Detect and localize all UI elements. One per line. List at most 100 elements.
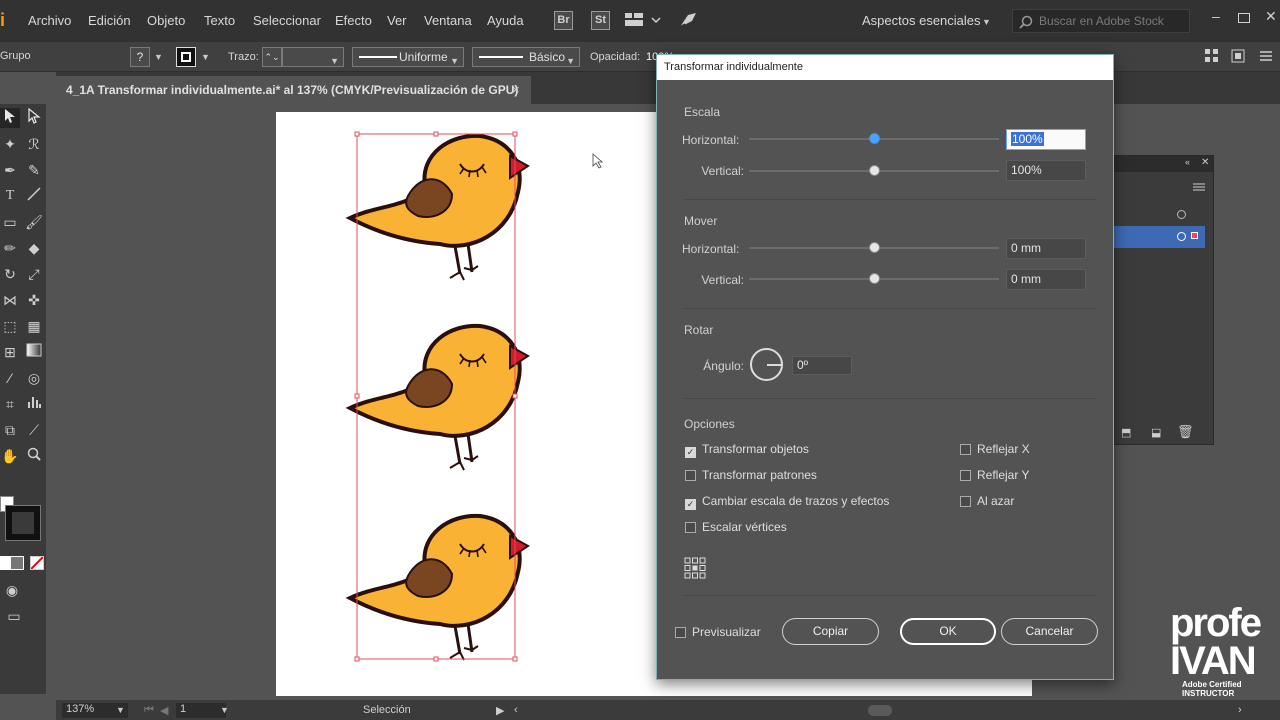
zoom-tool-icon[interactable]: [24, 446, 44, 466]
reflect-x-checkbox[interactable]: Reflejar X: [960, 442, 1030, 456]
transform-patterns-checkbox[interactable]: Transformar patrones: [685, 468, 817, 482]
workspace-switcher[interactable]: Aspectos esenciales ▼: [850, 9, 1000, 33]
panel-menu-icon[interactable]: [1193, 180, 1205, 194]
layer-target-icon[interactable]: [1177, 210, 1186, 219]
scroll-right-icon[interactable]: ›: [1238, 704, 1242, 716]
scale-tool-icon[interactable]: ⤢: [24, 264, 44, 284]
status-menu-icon[interactable]: ▶: [496, 704, 504, 717]
column-graph-tool-icon[interactable]: [24, 394, 44, 414]
lasso-tool-icon[interactable]: ℛ: [24, 134, 44, 154]
menu-efecto[interactable]: Efecto: [335, 13, 372, 28]
new-sublayer-icon[interactable]: ⬒: [1121, 426, 1131, 439]
direct-selection-tool-icon[interactable]: [24, 107, 44, 128]
menu-objeto[interactable]: Objeto: [147, 13, 185, 28]
puppet-warp-tool-icon[interactable]: ✜: [24, 290, 44, 310]
transform-objects-checkbox[interactable]: ✓ Transformar objetos: [685, 442, 809, 458]
chevron-down-icon[interactable]: ▼: [201, 52, 210, 62]
reference-point-icon[interactable]: [684, 557, 706, 582]
scale-horizontal-slider-knob[interactable]: [869, 133, 880, 144]
hand-tool-icon[interactable]: ✋: [0, 446, 20, 466]
menu-ventana[interactable]: Ventana: [424, 13, 472, 28]
pen-tool-icon[interactable]: ✒: [0, 160, 20, 180]
draw-mode-icon[interactable]: ◉: [2, 580, 22, 600]
zoom-select[interactable]: 137% ▼: [62, 703, 128, 718]
scale-corners-checkbox[interactable]: Escalar vértices: [685, 520, 787, 534]
stroke-swatch[interactable]: [176, 47, 196, 67]
stock-button[interactable]: St: [591, 11, 610, 30]
angle-dial[interactable]: [750, 348, 783, 381]
stroke-weight-stepper[interactable]: ⌃⌄: [262, 47, 282, 67]
artboard-number-select[interactable]: 1 ▼: [176, 703, 229, 718]
random-checkbox[interactable]: Al azar: [960, 494, 1014, 508]
menu-ver[interactable]: Ver: [387, 13, 407, 28]
scale-horizontal-field[interactable]: 100%: [1006, 129, 1086, 150]
fill-swatch[interactable]: ?: [130, 47, 150, 67]
type-tool-icon[interactable]: T: [0, 186, 20, 206]
scale-strokes-checkbox[interactable]: ✓ Cambiar escala de trazos y efectos: [685, 494, 889, 510]
preview-checkbox[interactable]: Previsualizar: [675, 625, 761, 639]
arrange-documents-icon[interactable]: [625, 12, 663, 31]
cancel-button[interactable]: Cancelar: [1001, 618, 1098, 645]
selection-tool-icon[interactable]: [0, 108, 20, 128]
symbol-sprayer-tool-icon[interactable]: ⌗: [0, 394, 20, 414]
chevron-down-icon[interactable]: ▼: [154, 52, 163, 62]
prev-artboard-icon[interactable]: ◀: [160, 704, 168, 717]
artboard-tool-icon[interactable]: ⧉: [0, 420, 20, 440]
menu-ayuda[interactable]: Ayuda: [487, 13, 524, 28]
minimize-icon[interactable]: –: [1212, 8, 1220, 24]
gradient-mode-icon[interactable]: [10, 556, 24, 570]
bridge-button[interactable]: Br: [554, 11, 573, 30]
menu-seleccionar[interactable]: Seleccionar: [253, 13, 321, 28]
menu-edicion[interactable]: Edición: [88, 13, 131, 28]
stock-search-input[interactable]: Buscar en Adobe Stock: [1012, 9, 1190, 33]
line-tool-icon[interactable]: [24, 186, 44, 206]
slice-tool-icon[interactable]: ⟋: [24, 420, 44, 440]
stroke-profile-select[interactable]: Uniforme ▼: [352, 47, 464, 67]
none-mode-icon[interactable]: [30, 556, 44, 570]
ok-button[interactable]: OK: [900, 618, 996, 645]
close-tab-icon[interactable]: ×: [512, 82, 520, 97]
eraser-tool-icon[interactable]: ◆: [24, 238, 44, 258]
shape-builder-tool-icon[interactable]: ⬚: [0, 316, 20, 336]
collapse-icon[interactable]: «: [1185, 157, 1190, 167]
document-tab[interactable]: 4_1A Transformar individualmente.ai* al …: [56, 76, 531, 104]
rectangle-tool-icon[interactable]: ▭: [0, 212, 20, 232]
layer-row-selected[interactable]: [1109, 226, 1205, 248]
curvature-tool-icon[interactable]: ✎: [24, 160, 44, 180]
paintbrush-tool-icon[interactable]: 🖌: [24, 212, 44, 232]
gradient-tool-icon[interactable]: [24, 342, 44, 362]
align-icon[interactable]: [1204, 48, 1220, 67]
move-vertical-field[interactable]: 0 mm: [1006, 269, 1086, 290]
stroke-weight-input[interactable]: ▼: [282, 47, 344, 67]
brush-definition-select[interactable]: Básico ▼: [472, 47, 580, 67]
scroll-left-icon[interactable]: ‹: [514, 704, 518, 716]
close-window-icon[interactable]: ✕: [1265, 8, 1277, 25]
reflect-y-checkbox[interactable]: Reflejar Y: [960, 468, 1029, 482]
stroke-color-swatch[interactable]: [5, 505, 41, 541]
panel-menu-icon[interactable]: [1258, 48, 1274, 67]
eyedropper-tool-icon[interactable]: ⁄: [0, 368, 20, 388]
width-tool-icon[interactable]: ⋈: [0, 290, 20, 310]
menu-texto[interactable]: Texto: [204, 13, 235, 28]
move-horizontal-slider-knob[interactable]: [869, 242, 880, 253]
blend-tool-icon[interactable]: ◎: [24, 368, 44, 388]
new-layer-icon[interactable]: ⬓: [1151, 426, 1161, 439]
trash-icon[interactable]: 🗑: [1177, 424, 1194, 440]
maximize-icon[interactable]: [1238, 10, 1250, 26]
menu-archivo[interactable]: Archivo: [28, 13, 71, 28]
move-vertical-slider-knob[interactable]: [869, 273, 880, 284]
angle-field[interactable]: 0º: [792, 356, 852, 375]
screen-mode-icon[interactable]: ▭: [4, 606, 24, 626]
move-horizontal-field[interactable]: 0 mm: [1006, 238, 1086, 259]
copy-button[interactable]: Copiar: [782, 618, 879, 645]
first-artboard-icon[interactable]: ⏮: [144, 704, 154, 717]
scale-vertical-slider-knob[interactable]: [869, 165, 880, 176]
close-panel-icon[interactable]: ✕: [1201, 157, 1209, 168]
rotate-tool-icon[interactable]: ↻: [0, 264, 20, 284]
pencil-tool-icon[interactable]: ✏: [0, 238, 20, 258]
perspective-grid-tool-icon[interactable]: ▦: [24, 316, 44, 336]
isolate-group-icon[interactable]: [1230, 48, 1246, 67]
gpu-performance-icon[interactable]: [678, 11, 698, 32]
scale-vertical-field[interactable]: 100%: [1006, 160, 1086, 181]
color-mode-icon[interactable]: [0, 556, 10, 570]
